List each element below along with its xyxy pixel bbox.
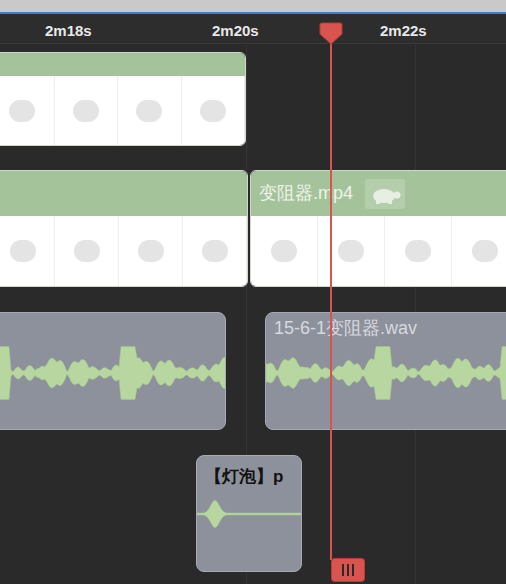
video-frame — [55, 76, 119, 145]
video-clip[interactable]: 变阻器.mp4 — [250, 170, 506, 287]
waveform-icon — [0, 343, 225, 403]
playhead[interactable] — [330, 30, 332, 560]
video-clip[interactable] — [0, 170, 248, 287]
playhead-marker-icon[interactable] — [319, 21, 343, 45]
timeline: 2m18s 2m20s 2m22s 变阻器.mp4 15-6-1变阻器.wav 【灯泡】p — [0, 0, 506, 584]
clip-title: 【灯泡】p — [205, 464, 283, 490]
video-frame — [55, 216, 119, 286]
time-ruler[interactable]: 2m18s 2m20s 2m22s — [0, 14, 506, 44]
waveform-icon — [197, 494, 301, 534]
clip-header — [0, 53, 245, 76]
clip-header: 变阻器.mp4 — [251, 171, 506, 216]
ruler-tick: 2m18s — [45, 20, 92, 43]
video-frame — [385, 216, 452, 286]
playhead-handle-icon[interactable] — [331, 558, 365, 582]
audio-clip[interactable]: 15-6-1变阻器.wav — [265, 312, 506, 430]
video-frame — [183, 216, 247, 286]
clip-thumbnails — [251, 216, 506, 286]
waveform-icon — [266, 343, 506, 403]
video-frame — [452, 216, 506, 286]
video-clip[interactable] — [0, 52, 246, 146]
video-frame — [0, 216, 55, 286]
video-frame — [0, 76, 55, 145]
video-frame — [318, 216, 385, 286]
sound-effect-clip[interactable]: 【灯泡】p — [196, 455, 302, 572]
toolbar-edge — [0, 0, 506, 14]
video-frame — [182, 76, 246, 145]
video-frame — [119, 216, 183, 286]
audio-clip[interactable] — [0, 312, 226, 430]
slow-motion-icon — [365, 179, 405, 209]
video-frame — [251, 216, 318, 286]
clip-thumbnails — [0, 76, 245, 145]
ruler-tick: 2m20s — [212, 20, 259, 43]
ruler-tick: 2m22s — [380, 20, 427, 43]
clip-header — [0, 171, 247, 216]
clip-title: 15-6-1变阻器.wav — [274, 315, 417, 342]
clip-title: 变阻器.mp4 — [259, 180, 353, 207]
clip-thumbnails — [0, 216, 247, 286]
video-frame — [118, 76, 182, 145]
